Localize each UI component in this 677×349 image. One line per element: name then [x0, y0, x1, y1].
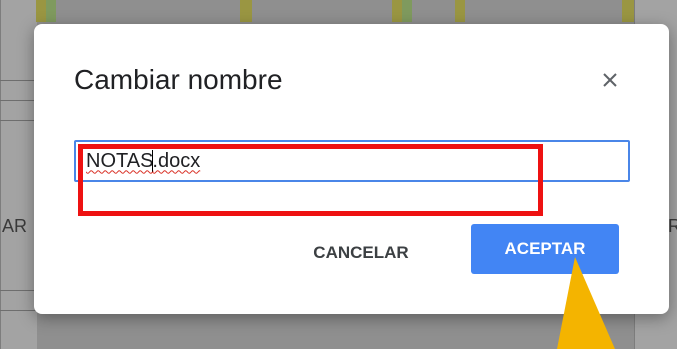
bg-column [0, 0, 37, 349]
close-icon [603, 73, 617, 87]
dialog-title: Cambiar nombre [74, 64, 283, 95]
bg-column-letter: R [668, 216, 677, 236]
bg-yellow-cell [36, 0, 46, 22]
bg-yellow-cell [240, 0, 252, 22]
highlight-annotation [78, 144, 543, 216]
bg-yellow-cell [455, 0, 465, 22]
cancel-button[interactable]: CANCELAR [296, 229, 426, 277]
bg-green-cell [46, 0, 56, 22]
bg-green-cell [402, 0, 412, 22]
arrow-pointer-icon [557, 257, 615, 349]
bg-column-letter: AR [2, 216, 28, 236]
bg-gridline [0, 290, 36, 291]
bg-yellow-cell [622, 0, 634, 22]
bg-gridline [0, 80, 36, 81]
bg-yellow-cell [392, 0, 402, 22]
bg-gridline [0, 310, 36, 311]
close-button[interactable] [594, 64, 626, 96]
bg-gridline [0, 100, 36, 101]
bg-gridline [0, 120, 36, 121]
